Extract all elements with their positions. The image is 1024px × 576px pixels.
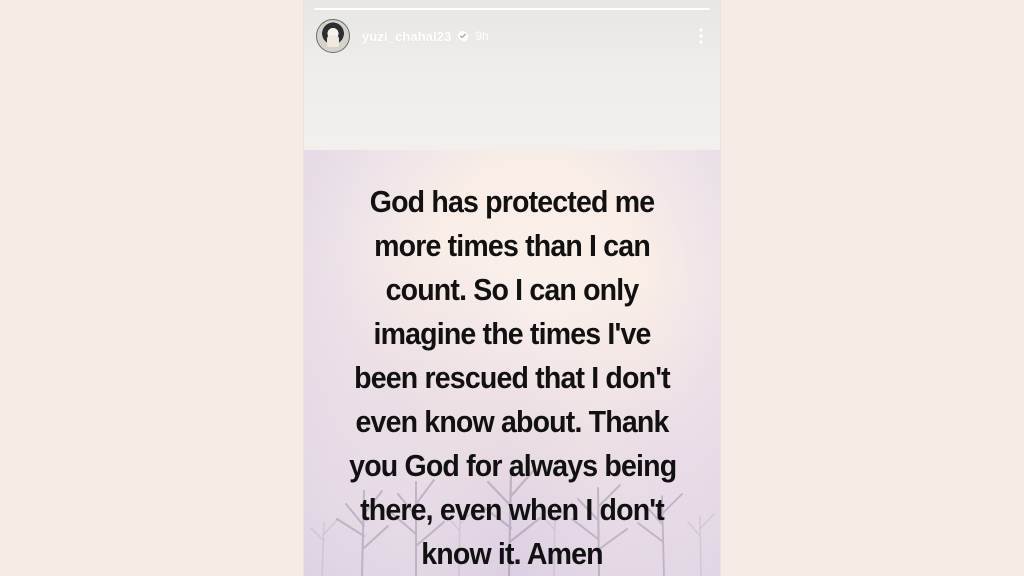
instagram-story-viewer[interactable]: yuzi_chahal23 9h God has protected me mo…: [304, 0, 720, 576]
quote-line: been rescued that I don't: [354, 360, 671, 395]
quote-line: God has protected me: [369, 184, 655, 219]
story-quote: God has protected me more times than I c…: [349, 180, 677, 576]
quote-line: there, even when I don't: [360, 492, 665, 527]
quote-line: even know about. Thank: [355, 404, 669, 439]
quote-line: imagine the times I've: [373, 316, 651, 351]
story-progress-fill: [314, 8, 710, 10]
story-time: 9h: [475, 29, 489, 43]
verified-badge-icon: [457, 30, 470, 42]
quote-line: count. So I can only: [385, 272, 640, 307]
story-page: yuzi_chahal23 9h God has protected me mo…: [0, 0, 1024, 576]
more-options-button[interactable]: [694, 27, 708, 45]
story-header: yuzi_chahal23 9h: [316, 19, 708, 53]
story-progress-bar: [314, 8, 710, 10]
quote-line: more times than I can: [374, 228, 651, 263]
avatar[interactable]: [316, 19, 350, 53]
quote-line: you God for always being: [349, 448, 677, 483]
right-margin: [720, 0, 1024, 576]
username-link[interactable]: yuzi_chahal23: [362, 29, 451, 44]
quote-line: know it. Amen: [421, 536, 603, 571]
left-margin: [0, 0, 304, 576]
more-vertical-icon: [699, 28, 703, 44]
